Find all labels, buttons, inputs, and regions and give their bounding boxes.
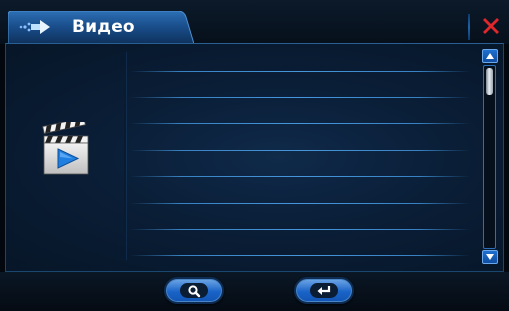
header-bar: Видео (0, 0, 509, 44)
page-title: Видео (72, 17, 135, 37)
file-list (130, 43, 470, 272)
video-browser-screen: Видео (0, 0, 509, 311)
scroll-up-button[interactable] (482, 49, 498, 63)
scrollbar[interactable] (481, 48, 500, 267)
list-item[interactable] (130, 125, 470, 151)
list-item[interactable] (130, 72, 470, 98)
list-item[interactable] (130, 204, 470, 230)
list-item[interactable] (130, 46, 470, 72)
scroll-down-icon (486, 254, 494, 260)
search-icon (188, 284, 201, 297)
footer-bar (0, 272, 509, 311)
back-button[interactable] (294, 277, 354, 304)
scroll-track[interactable] (483, 65, 496, 249)
close-button[interactable] (478, 12, 504, 38)
close-icon (483, 18, 499, 34)
list-item[interactable] (130, 178, 470, 204)
arrow-right-icon (18, 18, 54, 36)
scroll-thumb[interactable] (486, 68, 493, 95)
list-item[interactable] (130, 151, 470, 177)
list-item[interactable] (130, 98, 470, 124)
scroll-up-icon (486, 53, 494, 59)
row-divider (130, 255, 470, 256)
search-button[interactable] (164, 277, 224, 304)
return-icon (317, 285, 331, 295)
list-item[interactable] (130, 230, 470, 256)
video-clapperboard-icon (42, 117, 92, 176)
row-divider (130, 176, 470, 177)
panel-divider (124, 52, 126, 260)
header-divider (468, 14, 470, 40)
row-divider (130, 123, 470, 124)
scroll-down-button[interactable] (482, 250, 498, 264)
